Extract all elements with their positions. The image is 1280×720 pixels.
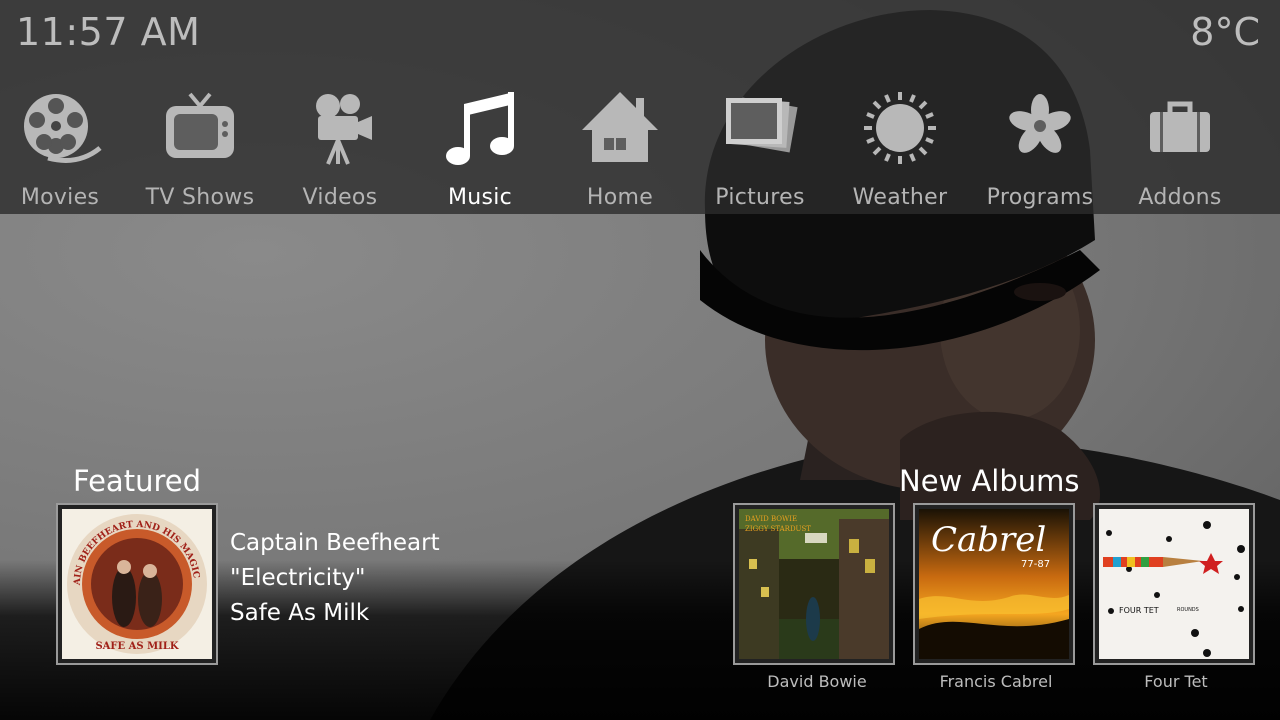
featured-info: Captain Beefheart "Electricity" Safe As … (230, 526, 440, 631)
album-artist-caption: David Bowie (767, 672, 867, 691)
menu-label: Home (586, 185, 654, 210)
album-cover-four-tet[interactable]: FOUR TET ROUNDS (1093, 503, 1255, 665)
house-icon (582, 92, 658, 162)
album-art: Cabrel 77-87 (919, 509, 1069, 659)
menu-label: Music (447, 185, 513, 210)
menu-item-programs[interactable]: Programs (970, 82, 1110, 212)
tv-icon (166, 92, 234, 158)
menu-label: TV Shows (145, 185, 255, 210)
album-artist-caption: Four Tet (1144, 672, 1208, 691)
menu-label: Pictures (715, 185, 805, 210)
photos-icon (726, 97, 798, 153)
flower-icon (1009, 94, 1071, 153)
album-art: DAVID BOWIE ZIGGY STARDUST (739, 509, 889, 659)
video-camera-icon (316, 94, 372, 165)
menu-item-home[interactable]: Home (550, 82, 690, 212)
svg-text:ROUNDS: ROUNDS (1177, 607, 1199, 613)
menu-item-pictures[interactable]: Pictures (690, 82, 830, 212)
svg-text:SAFE AS MILK: SAFE AS MILK (95, 641, 178, 652)
menu-label: Movies (20, 185, 100, 210)
featured-album-cover[interactable]: CAPTAIN BEEFHEART AND HIS MAGIC BAND SAF… (56, 503, 218, 665)
svg-text:ZIGGY STARDUST: ZIGGY STARDUST (745, 525, 811, 533)
album-cover-david-bowie[interactable]: DAVID BOWIE ZIGGY STARDUST (733, 503, 895, 665)
clock: 11:57 AM (16, 10, 201, 54)
sun-icon (864, 92, 936, 164)
music-note-icon (446, 92, 514, 165)
album-artist-caption: Francis Cabrel (939, 672, 1053, 691)
menu-item-videos[interactable]: Videos (270, 82, 410, 212)
menu-label: Programs (986, 185, 1094, 210)
menu-label: Addons (1138, 185, 1222, 210)
svg-text:DAVID BOWIE: DAVID BOWIE (745, 515, 797, 523)
album-art: CAPTAIN BEEFHEART AND HIS MAGIC BAND SAF… (62, 509, 212, 659)
new-albums-heading: New Albums (899, 464, 1080, 498)
svg-text:Cabrel: Cabrel (931, 520, 1046, 560)
album-art: FOUR TET ROUNDS (1099, 509, 1249, 659)
temperature: 8°C (1190, 10, 1260, 54)
briefcase-icon (1150, 101, 1210, 152)
svg-text:77-87: 77-87 (1021, 559, 1050, 570)
main-menu: Movies TV Shows Videos Music Home Pictur… (0, 82, 1280, 212)
featured-heading: Featured (73, 464, 201, 498)
menu-item-music[interactable]: Music (410, 82, 550, 212)
album-cover-francis-cabrel[interactable]: Cabrel 77-87 (913, 503, 1075, 665)
featured-artist: Captain Beefheart (230, 530, 440, 556)
menu-item-tv-shows[interactable]: TV Shows (130, 82, 270, 212)
menu-label: Weather (852, 185, 948, 210)
menu-item-addons[interactable]: Addons (1110, 82, 1250, 212)
menu-label: Videos (302, 185, 378, 210)
featured-album: Safe As Milk (230, 600, 370, 626)
menu-item-weather[interactable]: Weather (830, 82, 970, 212)
svg-text:FOUR TET: FOUR TET (1119, 606, 1159, 615)
film-reel-icon (24, 94, 102, 163)
featured-track: "Electricity" (230, 565, 366, 591)
menu-item-movies[interactable]: Movies (0, 82, 130, 212)
